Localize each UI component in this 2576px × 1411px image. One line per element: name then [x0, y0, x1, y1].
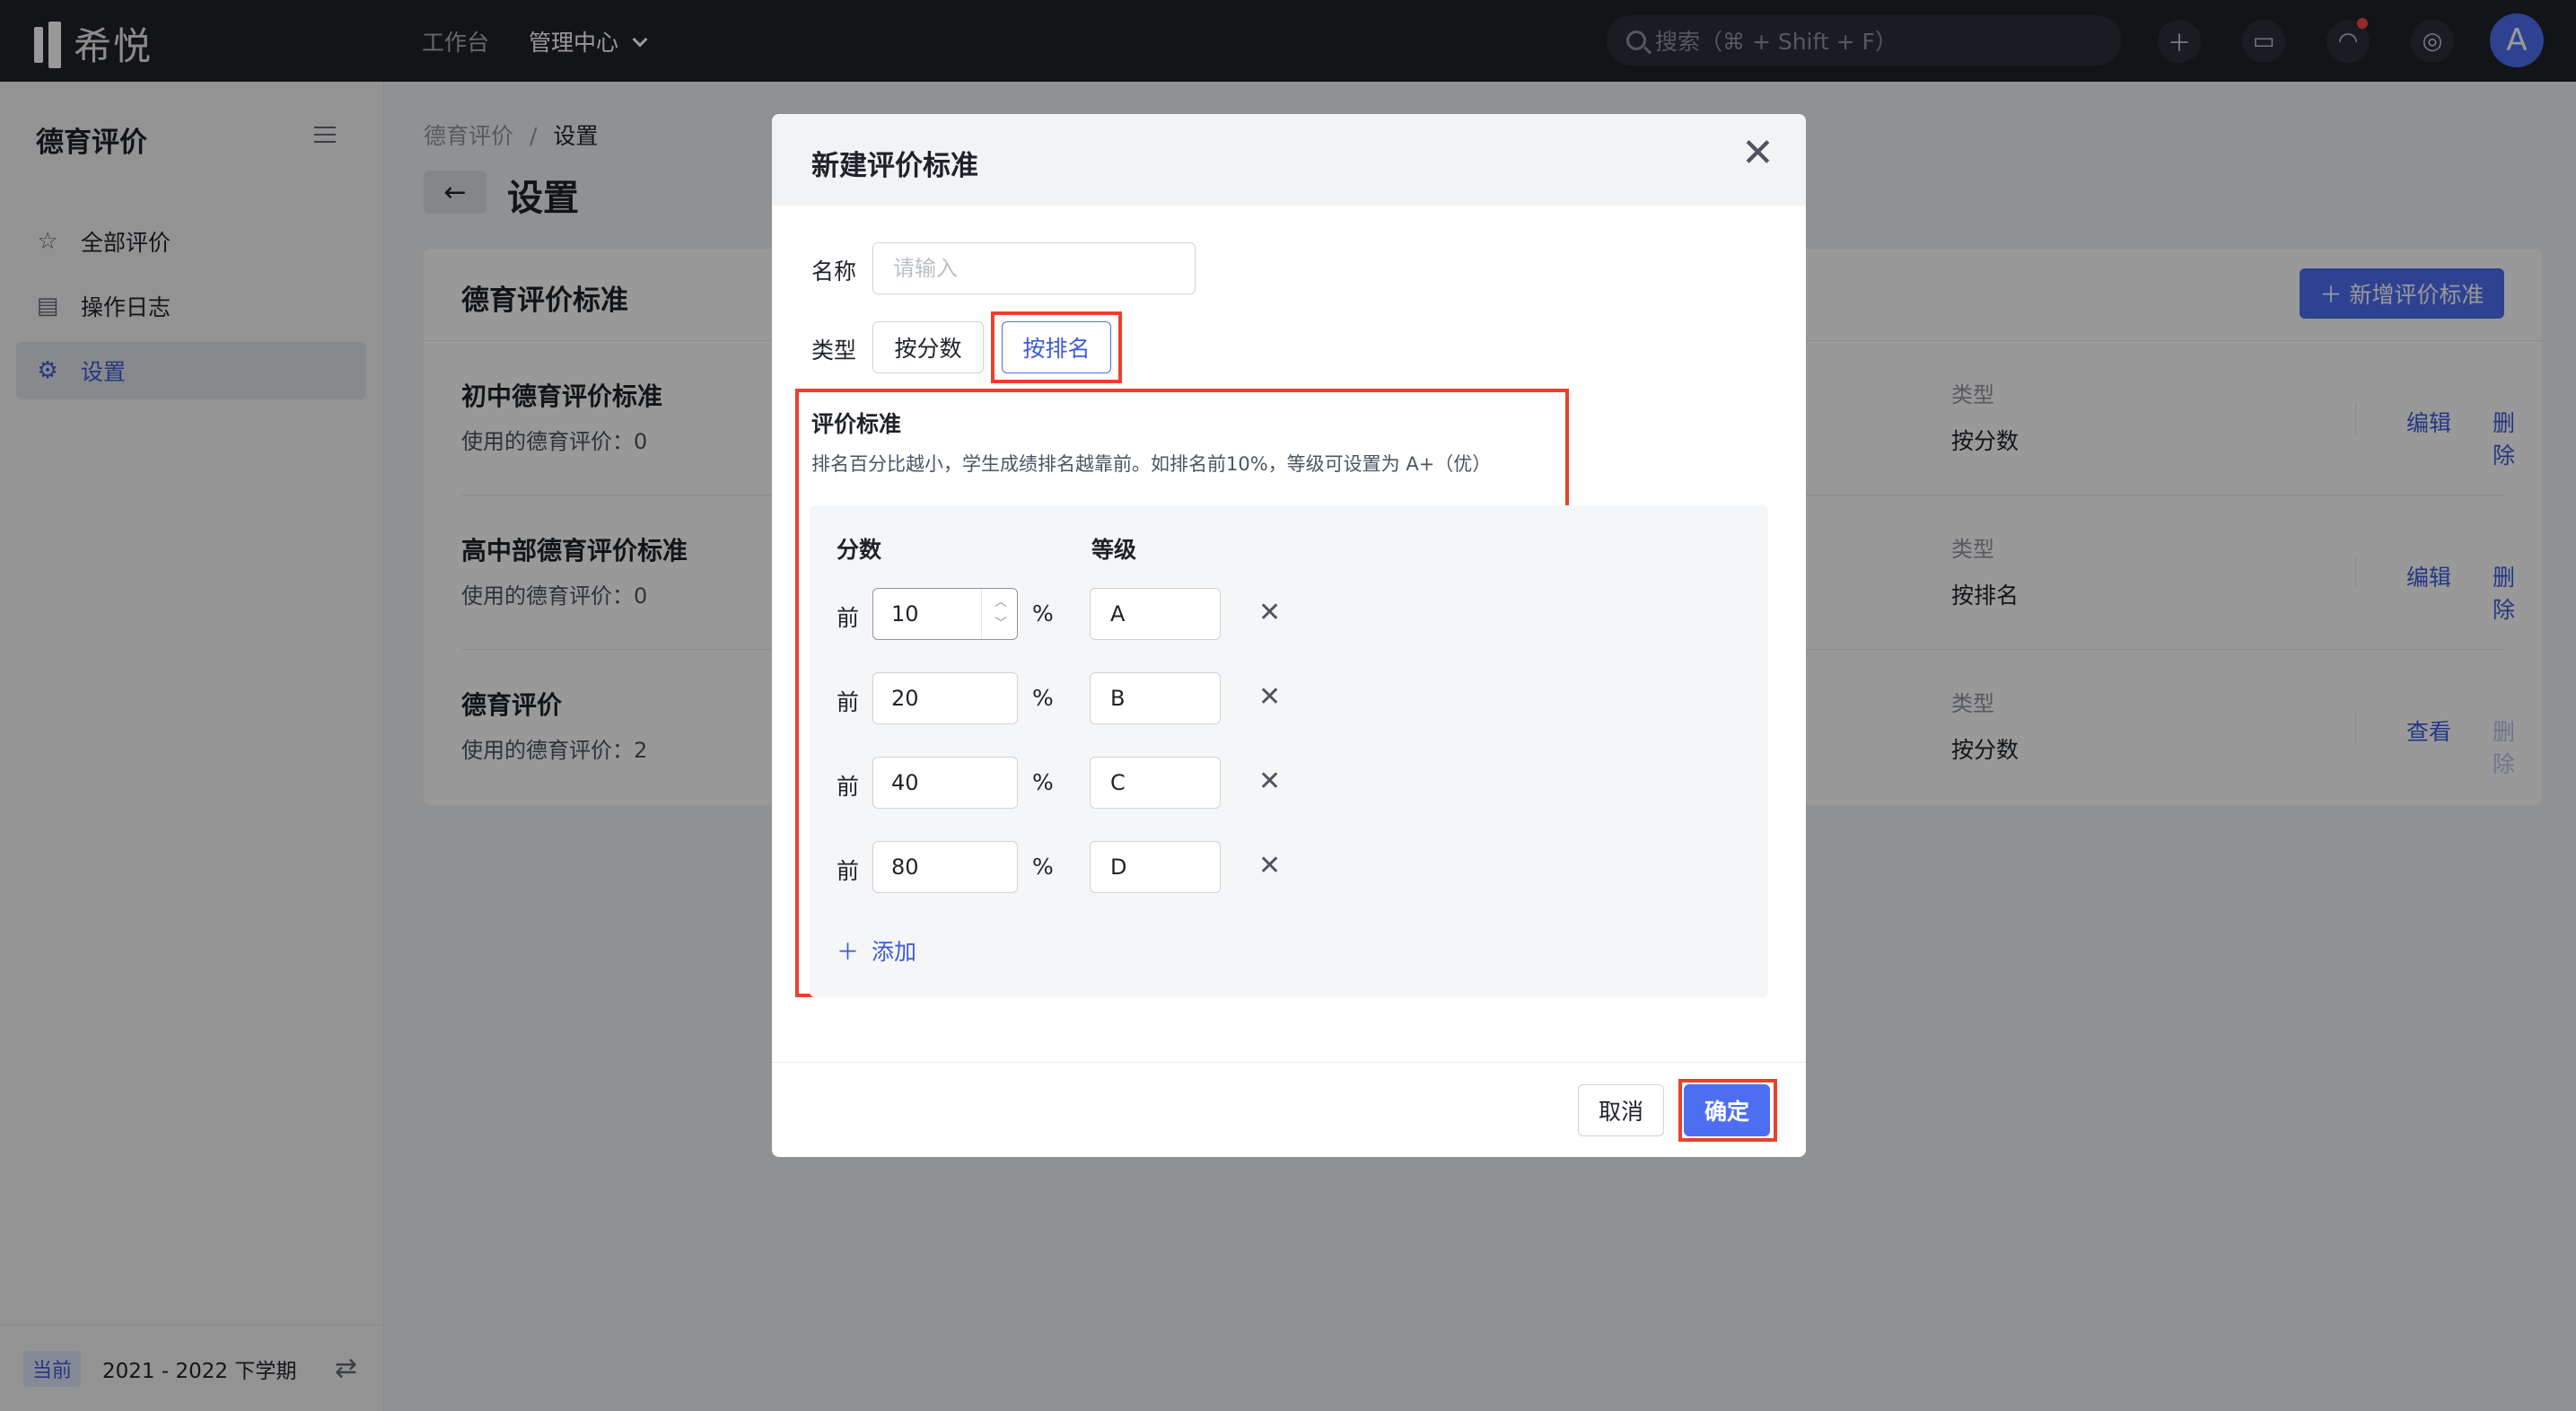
highlight-box-type [991, 311, 1122, 383]
percent-stepper[interactable]: 10 ︿ ﹀ [872, 588, 1018, 640]
percent-unit: % [1032, 769, 1054, 795]
plus-icon: ＋ [837, 939, 860, 965]
type-option-by-score[interactable]: 按分数 [872, 321, 984, 373]
add-tier-button[interactable]: ＋ 添加 [837, 934, 916, 967]
grade-input[interactable]: C [1090, 757, 1221, 809]
criteria-table: 分数 等级 前 10 ︿ ﹀ % A ✕ 前 20 % B ✕ 前 40 % C… [810, 505, 1768, 997]
close-icon[interactable]: ✕ [1741, 134, 1774, 173]
percent-unit: % [1032, 685, 1054, 711]
percent-value: 10 [891, 601, 919, 627]
remove-tier-icon[interactable]: ✕ [1258, 850, 1281, 881]
add-tier-label: 添加 [871, 939, 916, 965]
stepper-controls[interactable]: ︿ ﹀ [981, 589, 1017, 639]
dialog-title: 新建评价标准 [811, 150, 978, 182]
list-item: 前 80 % D ✕ [837, 841, 1339, 893]
stepper-down-icon[interactable]: ﹀ [994, 614, 1007, 632]
percent-unit: % [1032, 854, 1054, 880]
dialog-header: 新建评价标准 ✕ [772, 114, 1806, 206]
list-item: 前 10 ︿ ﹀ % A ✕ [837, 588, 1339, 640]
tier-prefix: 前 [837, 858, 860, 884]
column-header-score: 分数 [837, 537, 882, 563]
tier-prefix: 前 [837, 605, 860, 631]
percent-stepper[interactable]: 20 [872, 672, 1018, 724]
percent-unit: % [1032, 600, 1054, 627]
tier-prefix: 前 [837, 689, 860, 715]
remove-tier-icon[interactable]: ✕ [1258, 766, 1281, 797]
remove-tier-icon[interactable]: ✕ [1258, 597, 1281, 628]
list-item: 前 40 % C ✕ [837, 757, 1339, 809]
new-standard-dialog: 新建评价标准 ✕ 名称 类型 按分数 按排名 评价标准 排名百分比越小，学生成绩… [772, 114, 1806, 1157]
column-header-grade: 等级 [1091, 537, 1137, 563]
criteria-description: 排名百分比越小，学生成绩排名越靠前。如排名前10%，等级可设置为 A+（优） [811, 453, 1492, 475]
percent-value: 80 [891, 854, 919, 880]
percent-stepper[interactable]: 40 [872, 757, 1018, 809]
confirm-button[interactable]: 确定 [1684, 1084, 1770, 1136]
percent-value: 40 [891, 770, 919, 795]
stepper-up-icon[interactable]: ︿ [994, 592, 1007, 610]
remove-tier-icon[interactable]: ✕ [1258, 681, 1281, 713]
name-input[interactable] [872, 242, 1196, 294]
criteria-title: 评价标准 [811, 411, 902, 437]
grade-input[interactable]: A [1090, 588, 1221, 640]
percent-value: 20 [891, 686, 919, 711]
name-label: 名称 [811, 259, 857, 285]
type-label: 类型 [811, 337, 857, 364]
percent-stepper[interactable]: 80 [872, 841, 1018, 893]
grade-input[interactable]: D [1090, 841, 1221, 893]
grade-input[interactable]: B [1090, 672, 1221, 724]
list-item: 前 20 % B ✕ [837, 672, 1339, 724]
cancel-button[interactable]: 取消 [1578, 1084, 1664, 1136]
tier-prefix: 前 [837, 774, 860, 800]
